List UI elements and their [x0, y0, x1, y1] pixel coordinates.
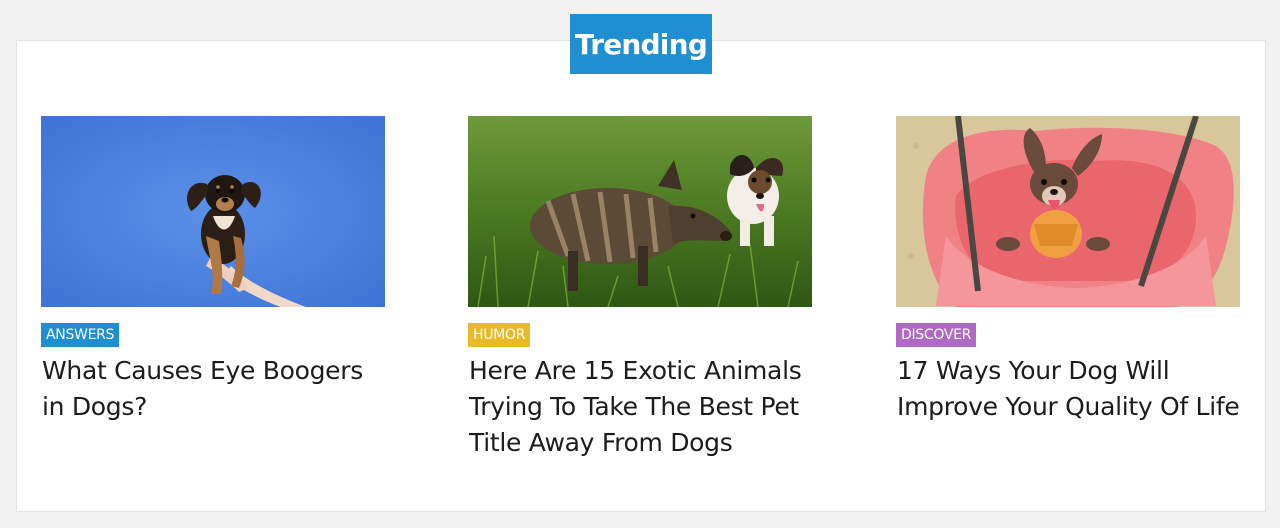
category-badge[interactable]: ANSWERS: [41, 323, 120, 347]
article-headline[interactable]: 17 Ways Your Dog Will Improve Your Quali…: [897, 353, 1247, 425]
chihuahua-on-swing-image: [896, 116, 1240, 307]
article-card[interactable]: HUMOR Here Are 15 Exotic Animals Trying …: [468, 116, 812, 461]
article-card[interactable]: DISCOVER 17 Ways Your Dog Will Improve Y…: [896, 116, 1240, 425]
category-badge[interactable]: DISCOVER: [896, 323, 977, 347]
article-thumbnail[interactable]: [41, 116, 385, 307]
dachshund-puppy-image: [41, 116, 385, 307]
article-thumbnail[interactable]: [896, 116, 1240, 307]
section-title: Trending: [570, 14, 712, 74]
category-badge[interactable]: HUMOR: [468, 323, 531, 347]
article-thumbnail[interactable]: [468, 116, 812, 307]
boar-and-terrier-image: [468, 116, 812, 307]
article-card[interactable]: ANSWERS What Causes Eye Boogers in Dogs?: [41, 116, 385, 425]
article-headline[interactable]: Here Are 15 Exotic Animals Trying To Tak…: [469, 353, 819, 461]
article-headline[interactable]: What Causes Eye Boogers in Dogs?: [42, 353, 392, 425]
